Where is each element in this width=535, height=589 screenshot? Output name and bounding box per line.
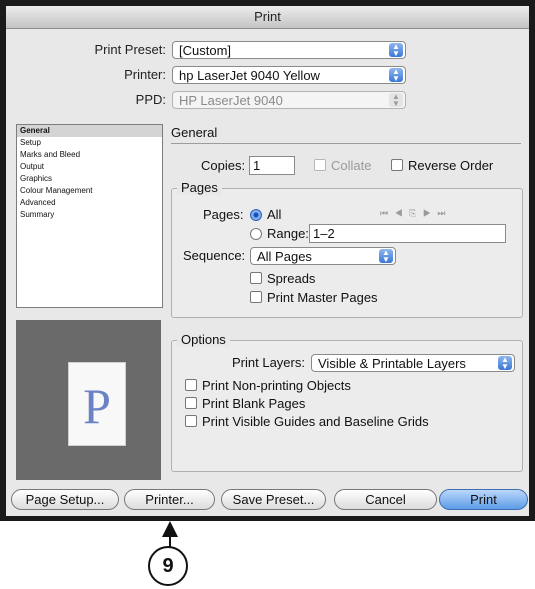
copies-field[interactable]: 1 xyxy=(249,156,295,175)
preview-letter: P xyxy=(83,378,111,434)
print-master-pages-label: Print Master Pages xyxy=(267,290,378,305)
print-preset-popup[interactable]: [Custom] ▲ ▼ xyxy=(172,41,406,59)
reverse-order-label: Reverse Order xyxy=(408,158,494,173)
sidebar-item-advanced[interactable]: Advanced xyxy=(17,197,162,209)
sidebar-item-colour-management[interactable]: Colour Management xyxy=(17,185,162,197)
sequence-label: Sequence: xyxy=(183,248,246,263)
print-non-printing-objects-checkbox[interactable] xyxy=(185,379,197,391)
print-blank-pages-label: Print Blank Pages xyxy=(202,396,306,411)
print-master-pages-checkbox[interactable] xyxy=(250,291,262,303)
print-visible-guides-label: Print Visible Guides and Baseline Grids xyxy=(202,414,429,429)
print-blank-pages-checkbox[interactable] xyxy=(185,397,197,409)
section-title: General xyxy=(171,125,218,140)
all-pages-label: All xyxy=(267,207,282,222)
preview-page: P xyxy=(68,362,126,446)
range-label: Range: xyxy=(267,226,309,241)
popup-arrows-icon: ▲ ▼ xyxy=(498,356,512,371)
callout-number: 9 xyxy=(148,546,188,586)
sidebar-item-summary[interactable]: Summary xyxy=(17,209,162,221)
printer-button[interactable]: Printer... xyxy=(124,489,215,510)
print-non-printing-objects-label: Print Non-printing Objects xyxy=(202,378,351,393)
collate-checkbox xyxy=(314,159,326,171)
sequence-value: All Pages xyxy=(257,249,312,264)
ppd-label: PPD: xyxy=(135,92,166,107)
print-preset-label: Print Preset: xyxy=(94,42,166,57)
print-layers-label: Print Layers: xyxy=(232,355,305,370)
print-visible-guides-checkbox[interactable] xyxy=(185,415,197,427)
sidebar-item-output[interactable]: Output xyxy=(17,161,162,173)
options-group-title: Options xyxy=(177,332,230,347)
collate-label: Collate xyxy=(331,158,372,173)
pages-label: Pages: xyxy=(203,207,244,222)
sidebar-item-general[interactable]: General xyxy=(17,125,162,137)
ppd-popup: HP LaserJet 9040 ▲ ▼ xyxy=(172,91,406,109)
range-field[interactable]: 1–2 xyxy=(309,224,506,243)
reverse-order-checkbox[interactable] xyxy=(391,159,403,171)
page-navigation-icon: ⏮ ◀ ⎘ ▶ ⏭ xyxy=(380,208,448,218)
spreads-label: Spreads xyxy=(267,271,316,286)
callout-arrow-icon xyxy=(162,521,178,537)
dialog-title: Print xyxy=(6,6,529,29)
sequence-popup[interactable]: All Pages ▲ ▼ xyxy=(250,247,396,265)
sidebar-item-setup[interactable]: Setup xyxy=(17,137,162,149)
copies-label: Copies: xyxy=(201,158,246,173)
spreads-checkbox[interactable] xyxy=(250,272,262,284)
range-radio[interactable] xyxy=(250,228,262,240)
popup-arrows-icon: ▲ ▼ xyxy=(379,249,393,264)
category-list[interactable]: General Setup Marks and Bleed Output Gra… xyxy=(16,124,163,308)
popup-arrows-icon: ▲ ▼ xyxy=(389,93,403,108)
page-preview: P xyxy=(16,320,161,480)
printer-value: hp LaserJet 9040 Yellow xyxy=(179,68,320,83)
section-divider xyxy=(171,143,521,144)
print-button[interactable]: Print xyxy=(439,489,528,510)
page-setup-button[interactable]: Page Setup... xyxy=(11,489,119,510)
popup-arrows-icon: ▲ ▼ xyxy=(389,68,403,83)
cancel-button[interactable]: Cancel xyxy=(334,489,437,510)
save-preset-button[interactable]: Save Preset... xyxy=(221,489,326,510)
print-preset-value: [Custom] xyxy=(179,43,232,58)
ppd-value: HP LaserJet 9040 xyxy=(179,93,283,108)
all-pages-radio[interactable] xyxy=(250,209,262,221)
printer-label: Printer: xyxy=(124,67,166,82)
popup-arrows-icon: ▲ ▼ xyxy=(389,43,403,58)
pages-group-title: Pages xyxy=(177,180,222,195)
printer-popup[interactable]: hp LaserJet 9040 Yellow ▲ ▼ xyxy=(172,66,406,84)
print-dialog: Print Print Preset: [Custom] ▲ ▼ Printer:… xyxy=(6,6,529,516)
sidebar-item-graphics[interactable]: Graphics xyxy=(17,173,162,185)
print-layers-value: Visible & Printable Layers xyxy=(318,356,466,371)
print-layers-popup[interactable]: Visible & Printable Layers ▲ ▼ xyxy=(311,354,515,372)
sidebar-item-marks-and-bleed[interactable]: Marks and Bleed xyxy=(17,149,162,161)
